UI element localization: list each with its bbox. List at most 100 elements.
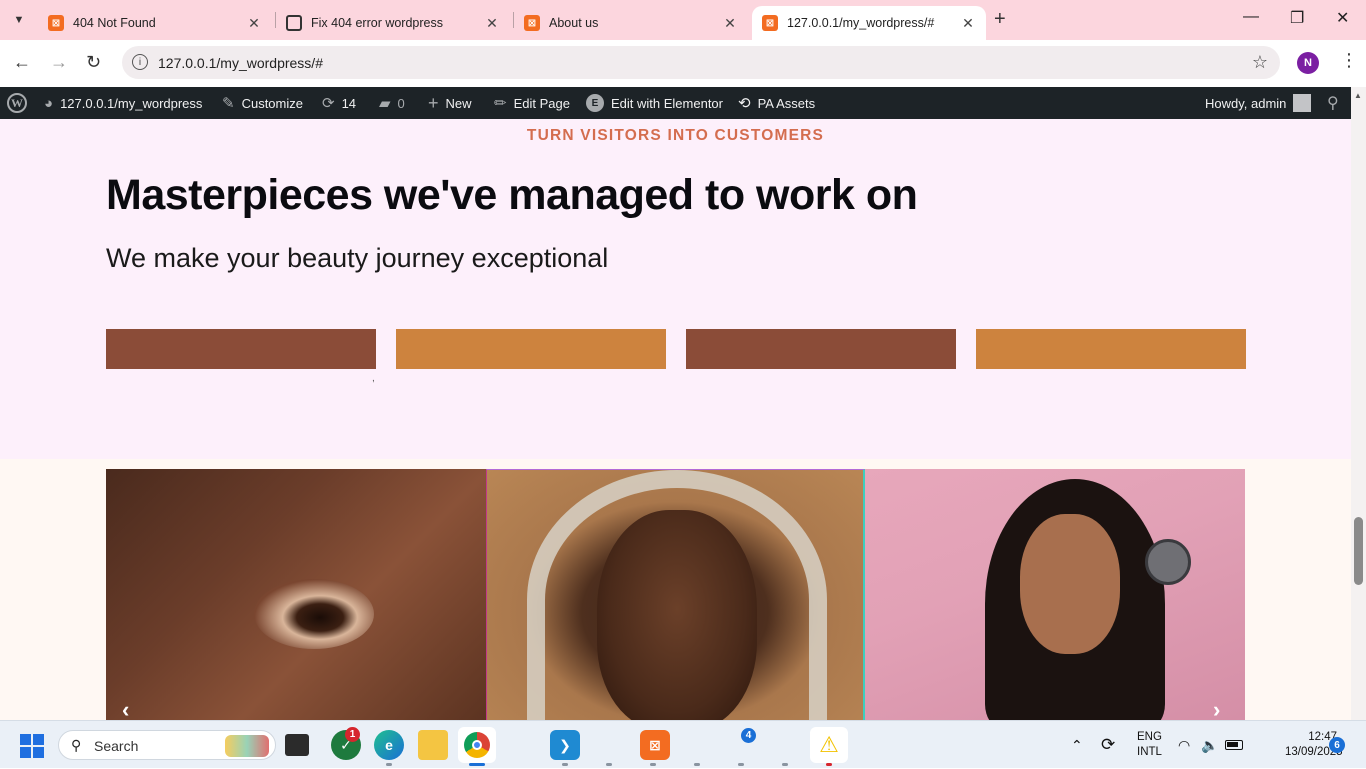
running-indicator xyxy=(562,763,568,766)
gallery-photo-makeup[interactable]: › xyxy=(865,469,1245,720)
notification-count-badge[interactable]: 6 xyxy=(1329,737,1345,753)
tab-404-not-found[interactable]: ⊠ 404 Not Found ✕ xyxy=(38,6,272,40)
search-icon: ⚲ xyxy=(71,737,82,753)
brush-icon: ✎ xyxy=(222,95,235,112)
updates-icon: ⟳ xyxy=(322,95,335,112)
language-indicator[interactable]: ENG INTL xyxy=(1137,730,1162,760)
scroll-thumb[interactable] xyxy=(1354,517,1363,585)
file-explorer-icon[interactable] xyxy=(418,730,448,760)
sync-icon[interactable]: ⟳ xyxy=(1101,721,1115,769)
tab-my-wordpress[interactable]: ⊠ 127.0.0.1/my_wordpress/# ✕ xyxy=(752,6,986,40)
forward-icon[interactable]: → xyxy=(50,52,68,73)
edit-page-label: Edit Page xyxy=(513,95,570,111)
page-headline: Masterpieces we've managed to work on xyxy=(106,171,918,219)
edge-icon[interactable]: e xyxy=(374,730,404,760)
windows-start-icon[interactable] xyxy=(20,734,44,758)
admin-search[interactable]: ⚲ xyxy=(1327,87,1339,119)
customize-label: Customize xyxy=(241,95,303,111)
new-tab-button[interactable]: + xyxy=(994,8,1006,31)
customize-link[interactable]: ✎ Customize xyxy=(222,87,303,119)
wp-logo-menu[interactable]: W xyxy=(7,87,27,119)
tab-about-us[interactable]: ⊠ About us ✕ xyxy=(514,6,748,40)
notification-badge: 1 xyxy=(345,727,360,742)
gallery-next-arrow[interactable]: › xyxy=(1213,697,1220,720)
updates-link[interactable]: ⟳ 14 xyxy=(322,87,356,119)
page-scrollbar[interactable]: ▲ xyxy=(1351,87,1366,720)
minimize-icon[interactable]: — xyxy=(1243,8,1259,26)
site-info-icon[interactable]: i xyxy=(132,54,148,70)
running-indicator xyxy=(386,763,392,766)
face-illustration xyxy=(1020,514,1120,654)
vscode-icon[interactable]: ❯ xyxy=(550,730,580,760)
address-bar[interactable]: i 127.0.0.1/my_wordpress/# ☆ xyxy=(122,46,1280,79)
wifi-icon[interactable]: ◠ xyxy=(1178,721,1190,769)
scroll-up-icon[interactable]: ▲ xyxy=(1354,91,1362,100)
comment-icon: ▰ xyxy=(379,95,391,112)
chrome-logo-icon xyxy=(464,732,490,758)
show-hidden-icons[interactable]: ⌃ xyxy=(1071,721,1083,769)
face-illustration xyxy=(597,510,757,720)
maximize-icon[interactable]: ❐ xyxy=(1290,8,1304,28)
refresh-icon: ⟲ xyxy=(738,95,751,112)
running-indicator xyxy=(782,763,788,766)
tab-search-icon[interactable]: ▼ xyxy=(6,7,32,33)
app-group-badge: 4 xyxy=(741,728,756,743)
color-swatch xyxy=(976,329,1246,369)
window-close-icon[interactable]: ✕ xyxy=(1336,8,1349,28)
pa-assets-link[interactable]: ⟲ PA Assets xyxy=(738,87,815,119)
xampp-icon: ⊠ xyxy=(762,15,778,31)
chatgpt-icon xyxy=(286,15,302,31)
close-icon[interactable]: ✕ xyxy=(722,15,738,32)
my-account-link[interactable]: Howdy, admin xyxy=(1205,87,1312,119)
site-name-link[interactable]: ◕ 127.0.0.1/my_wordpress xyxy=(44,87,202,119)
edit-page-link[interactable]: ✏ Edit Page xyxy=(494,87,570,119)
new-content-link[interactable]: + New xyxy=(428,87,472,119)
gallery-photo-bride[interactable] xyxy=(486,469,865,720)
close-icon[interactable]: ✕ xyxy=(960,15,976,32)
comments-link[interactable]: ▰ 0 xyxy=(379,87,405,119)
wordpress-logo-icon: W xyxy=(7,93,27,113)
tab-fix-404-error[interactable]: Fix 404 error wordpress ✕ xyxy=(276,6,510,40)
xampp-icon[interactable]: ⊠ xyxy=(640,730,670,760)
chrome-icon[interactable] xyxy=(458,727,496,763)
eye-illustration xyxy=(254,579,374,649)
edit-elementor-link[interactable]: E Edit with Elementor xyxy=(586,87,723,119)
search-placeholder: Search xyxy=(94,738,139,754)
profile-avatar[interactable]: N xyxy=(1297,52,1319,74)
menu-icon[interactable]: ⋮ xyxy=(1340,50,1358,71)
running-indicator xyxy=(738,763,744,766)
warning-app-icon[interactable]: ⚠ xyxy=(810,727,848,763)
pa-assets-label: PA Assets xyxy=(757,95,816,111)
task-view-icon[interactable] xyxy=(285,734,309,756)
bookmark-star-icon[interactable]: ☆ xyxy=(1252,52,1268,73)
taskbar-search[interactable]: ⚲ Search xyxy=(58,730,276,760)
tab-title: Fix 404 error wordpress xyxy=(311,16,443,30)
url-text[interactable]: 127.0.0.1/my_wordpress/# xyxy=(158,55,323,71)
close-icon[interactable]: ✕ xyxy=(246,15,262,32)
language-code: ENG xyxy=(1137,731,1162,743)
comments-count: 0 xyxy=(397,95,405,111)
howdy-label: Howdy, admin xyxy=(1205,95,1287,111)
elementor-icon: E xyxy=(586,94,604,112)
browser-toolbar: ← → ↻ i 127.0.0.1/my_wordpress/# ☆ N ⋮ xyxy=(0,40,1366,86)
page-viewport: TURN VISITORS INTO CUSTOMERS Masterpiece… xyxy=(0,119,1351,720)
color-swatch xyxy=(686,329,956,369)
color-swatch xyxy=(396,329,666,369)
reload-icon[interactable]: ↻ xyxy=(86,52,101,73)
close-icon[interactable]: ✕ xyxy=(484,15,500,32)
page-subheadline: We make your beauty journey exceptional xyxy=(106,243,609,273)
portfolio-gallery: ‹ › xyxy=(106,469,1245,720)
running-indicator xyxy=(606,763,612,766)
volume-icon[interactable]: 🔈 xyxy=(1201,721,1218,769)
new-label: New xyxy=(445,95,472,111)
stray-mark: , xyxy=(372,373,375,384)
battery-icon[interactable] xyxy=(1225,721,1243,769)
gallery-prev-arrow[interactable]: ‹ xyxy=(122,697,129,720)
gallery-photo-eye[interactable]: ‹ xyxy=(106,469,486,720)
edit-elementor-label: Edit with Elementor xyxy=(611,95,723,111)
tab-title: 127.0.0.1/my_wordpress/# xyxy=(787,16,935,30)
windows-taskbar: ⚲ Search ✓ 1 e ❯ ⊠ 4 ⚠ ⌃ ⟳ ENG INTL ◠ 🔈 … xyxy=(0,720,1366,768)
back-icon[interactable]: ← xyxy=(13,52,31,73)
dashboard-icon: ◕ xyxy=(44,94,54,112)
active-indicator xyxy=(469,763,485,766)
